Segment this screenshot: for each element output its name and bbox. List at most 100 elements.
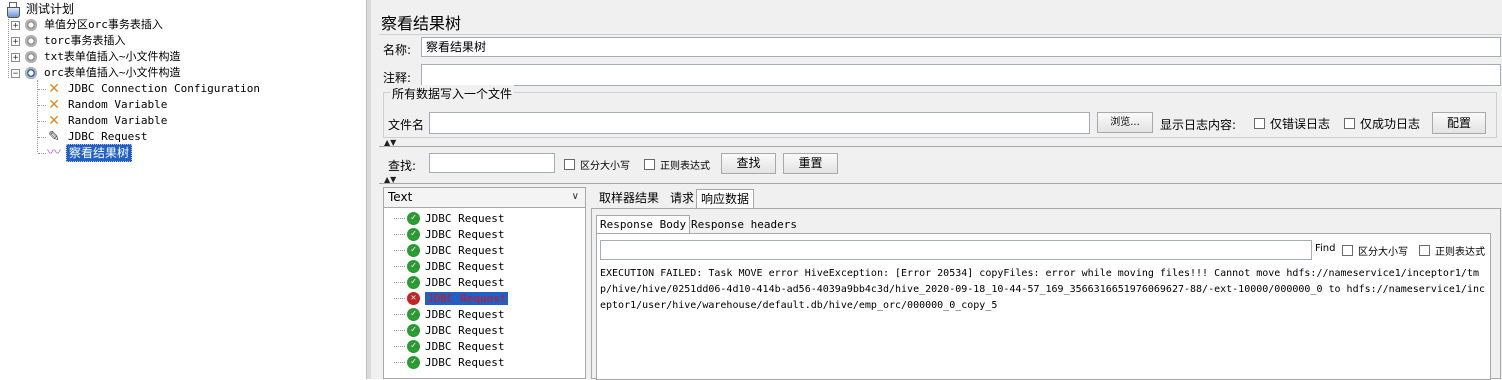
response-case-checkbox[interactable]: 区分大小写: [1342, 243, 1408, 258]
tab-response-data[interactable]: 响应数据: [696, 189, 755, 209]
tree-node-listener[interactable]: 〰 察看结果树: [46, 144, 133, 162]
tree-node-thread-group[interactable]: + 单值分区orc事务表插入: [11, 17, 165, 33]
response-regex-checkbox[interactable]: 正则表达式: [1419, 243, 1485, 258]
response-find-label: Find: [1315, 243, 1336, 254]
panel-title: 察看结果树: [381, 14, 462, 33]
errors-only-checkbox[interactable]: 仅错误日志: [1254, 115, 1330, 132]
response-body-area: Find 区分大小写 正则表达式 EXECUTION FAILED: Task …: [596, 233, 1491, 380]
checkbox-box[interactable]: [1254, 118, 1265, 129]
success-shield-icon: ✓: [407, 227, 420, 241]
thread-group-gear-icon: [23, 33, 39, 49]
response-find-input[interactable]: [600, 240, 1312, 260]
sample-row[interactable]: ✓ JDBC Request: [394, 242, 504, 258]
collapse-arrows-icon[interactable]: ▲▼: [384, 139, 396, 147]
response-body-text: EXECUTION FAILED: Task MOVE error HiveEx…: [600, 268, 1486, 311]
listener-chart-icon: 〰: [47, 145, 61, 161]
panel-header: 察看结果树: [379, 6, 1502, 35]
name-label: 名称:: [383, 43, 412, 57]
collapse-toggle[interactable]: −: [11, 68, 20, 78]
comment-field[interactable]: [421, 64, 1501, 86]
tree-connector: [394, 265, 405, 267]
config-wrench-icon: ✕: [48, 81, 60, 97]
tab-sampler-result[interactable]: 取样器结果: [595, 189, 663, 208]
sample-row[interactable]: ✓ JDBC Request: [394, 210, 504, 226]
renderer-select[interactable]: Text ∨: [384, 188, 585, 208]
sample-label: JDBC Request: [425, 339, 505, 353]
sample-row[interactable]: ✓ JDBC Request: [394, 354, 504, 370]
tree-node-config[interactable]: ✕ Random Variable: [46, 97, 169, 113]
search-label: 查找:: [388, 159, 417, 173]
tree-node-label: Random Variable: [68, 114, 168, 127]
regex-checkbox[interactable]: 正则表达式: [644, 157, 710, 172]
sample-row[interactable]: ✓ JDBC Request: [394, 306, 504, 322]
browse-button[interactable]: 浏览...: [1097, 112, 1153, 133]
name-field[interactable]: 察看结果树: [421, 37, 1501, 57]
checkbox-box[interactable]: [1419, 245, 1430, 256]
sample-row[interactable]: ✓ JDBC Request: [394, 226, 504, 242]
expand-toggle[interactable]: +: [11, 20, 20, 30]
tree-connector: [394, 281, 405, 283]
configure-button[interactable]: 配置: [1432, 112, 1486, 134]
sample-label: JDBC Request: [425, 323, 505, 337]
tree-node-thread-group[interactable]: + txt表单值插入~小文件构造: [11, 49, 183, 65]
sample-result-list[interactable]: Text ∨ ✓ JDBC Request ✓ JDBC Request ✓ JDBC R…: [383, 187, 586, 379]
checkbox-box[interactable]: [1344, 118, 1355, 129]
sample-row[interactable]: ✓ JDBC Request: [394, 274, 504, 290]
success-only-label: 仅成功日志: [1360, 117, 1421, 131]
success-shield-icon: ✓: [407, 339, 420, 353]
checkbox-box[interactable]: [1342, 245, 1353, 256]
regex-label: 正则表达式: [660, 161, 710, 172]
case-sensitive-label: 区分大小写: [580, 161, 630, 172]
success-shield-icon: ✓: [407, 307, 420, 321]
sample-row[interactable]: ✓ JDBC Request: [394, 258, 504, 274]
log-content-label: 显示日志内容:: [1160, 118, 1237, 132]
success-only-checkbox[interactable]: 仅成功日志: [1344, 115, 1420, 132]
config-wrench-icon: ✕: [48, 97, 60, 113]
tab-response-headers[interactable]: Response headers: [688, 216, 800, 234]
sample-label: JDBC Request: [425, 259, 505, 273]
renderer-value: Text: [388, 190, 413, 204]
find-button[interactable]: 查找: [721, 153, 776, 174]
checkbox-box[interactable]: [644, 159, 655, 170]
tree-node-thread-group[interactable]: − orc表单值插入~小文件构造: [11, 65, 183, 81]
sample-label: JDBC Request: [425, 243, 505, 257]
tree-node-config[interactable]: ✕ Random Variable: [46, 113, 169, 129]
sample-label: JDBC Request: [425, 211, 505, 225]
success-shield-icon: ✓: [407, 275, 420, 289]
case-sensitive-checkbox[interactable]: 区分大小写: [564, 157, 630, 172]
sample-row[interactable]: ✕ JDBC Request: [394, 290, 509, 306]
sample-label: JDBC Request: [425, 307, 505, 321]
tab-request[interactable]: 请求: [666, 189, 698, 208]
expand-toggle[interactable]: +: [11, 52, 20, 62]
sample-details: 取样器结果 请求 响应数据 Response Body Response hea…: [588, 187, 1502, 380]
sampler-pen-icon: ✎: [48, 129, 60, 145]
tree-node-test-plan[interactable]: 测试计划: [6, 1, 76, 18]
tree-connector: [394, 297, 405, 299]
sample-row[interactable]: ✓ JDBC Request: [394, 338, 504, 354]
error-shield-icon: ✕: [407, 291, 420, 305]
success-shield-icon: ✓: [407, 259, 420, 273]
checkbox-box[interactable]: [564, 159, 575, 170]
chevron-down-icon: ∨: [571, 191, 579, 202]
tree-node-sampler[interactable]: ✎ JDBC Request: [46, 129, 149, 145]
test-plan-tree[interactable]: 测试计划 + 单值分区orc事务表插入 + torc事务表插入 + txt表单值…: [0, 0, 366, 379]
success-shield-icon: ✓: [407, 355, 420, 369]
filename-input[interactable]: [429, 112, 1090, 134]
expand-toggle[interactable]: +: [11, 36, 20, 46]
search-input[interactable]: [429, 153, 555, 173]
tab-response-body[interactable]: Response Body: [596, 215, 691, 234]
tree-connector: [394, 233, 405, 235]
errors-only-label: 仅错误日志: [1270, 117, 1331, 131]
sample-label: JDBC Request: [425, 291, 509, 305]
reset-button[interactable]: 重置: [783, 153, 838, 174]
sample-row[interactable]: ✓ JDBC Request: [394, 322, 504, 338]
tree-node-label: 单值分区orc事务表插入: [44, 18, 163, 31]
tree-node-thread-group[interactable]: + torc事务表插入: [11, 33, 128, 49]
tree-node-config[interactable]: ✕ JDBC Connection Configuration: [46, 81, 262, 97]
collapse-arrows-icon[interactable]: ▲▼: [384, 176, 396, 184]
tree-connector: [394, 329, 405, 331]
tree-node-label: orc表单值插入~小文件构造: [44, 66, 181, 79]
file-group-title: 所有数据写入一个文件: [390, 85, 515, 102]
thread-group-gear-icon: [23, 49, 39, 65]
tree-node-label: 测试计划: [26, 2, 75, 16]
